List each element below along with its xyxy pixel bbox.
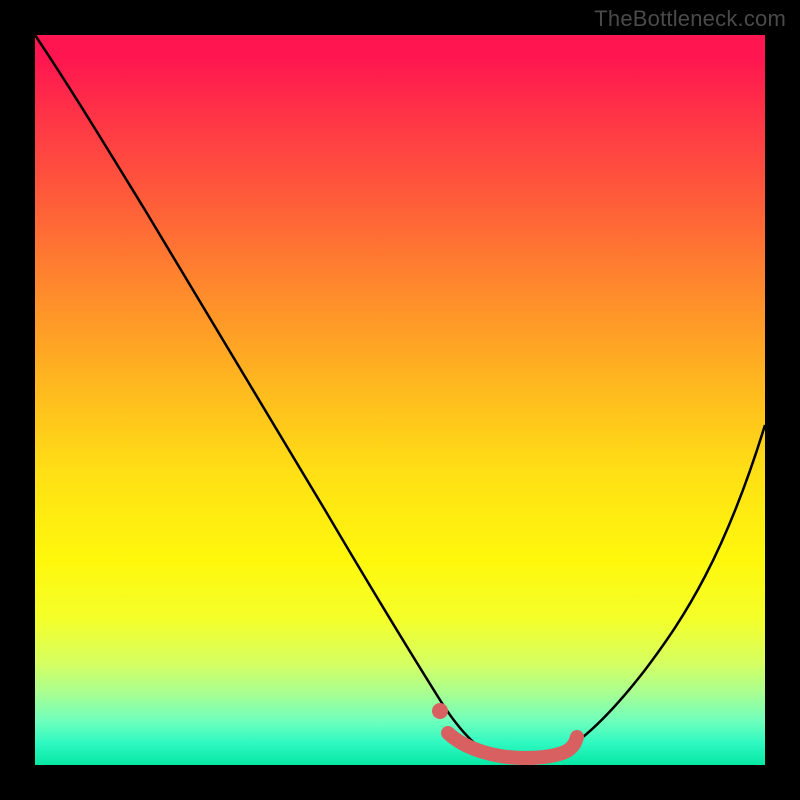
plot-area [35, 35, 765, 765]
watermark-text: TheBottleneck.com [594, 6, 786, 32]
bottleneck-curve [35, 35, 765, 762]
chart-frame: TheBottleneck.com [0, 0, 800, 800]
highlight-dot [432, 703, 448, 719]
curve-svg [35, 35, 765, 765]
